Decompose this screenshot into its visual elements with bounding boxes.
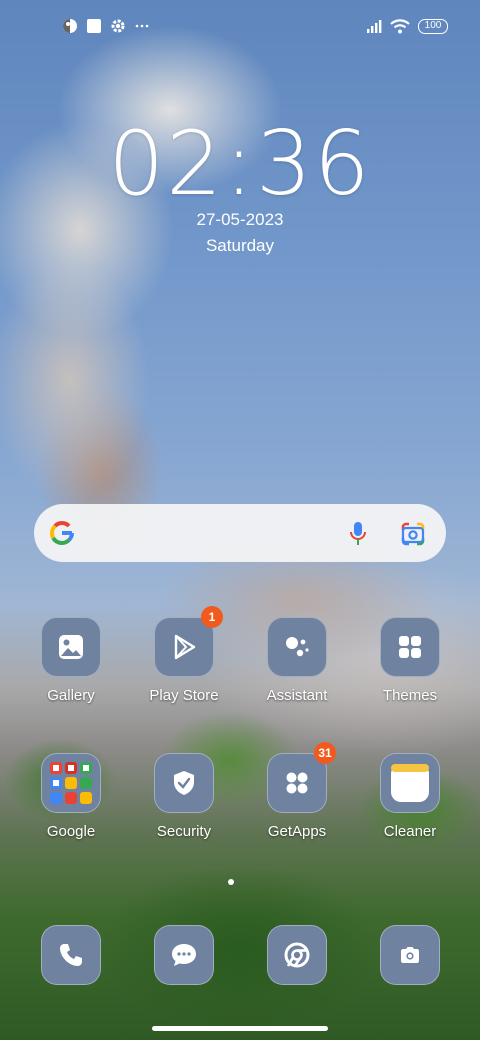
status-bar-left bbox=[62, 18, 150, 34]
app-themes[interactable]: Themes bbox=[360, 617, 460, 704]
themes-app-icon[interactable] bbox=[380, 617, 440, 677]
microphone-icon[interactable] bbox=[350, 521, 366, 547]
assistant-icon bbox=[286, 637, 309, 657]
dock-camera[interactable] bbox=[360, 925, 460, 985]
google-folder-app-icon[interactable] bbox=[41, 753, 101, 813]
app-label: Cleaner bbox=[383, 823, 437, 840]
status-bar: 100 bbox=[0, 0, 480, 56]
battery-indicator: 100 bbox=[418, 18, 448, 34]
google-g-icon bbox=[49, 521, 74, 545]
google-lens-icon[interactable] bbox=[400, 521, 426, 547]
gallery-app-icon[interactable] bbox=[41, 617, 101, 677]
cleaner-app-icon[interactable] bbox=[380, 753, 440, 813]
square-notification-icon bbox=[87, 19, 101, 33]
cleaner-icon bbox=[391, 764, 429, 802]
play-store-app-icon[interactable]: 1 bbox=[154, 606, 223, 677]
play-store-icon bbox=[174, 634, 196, 660]
clock-day: Saturday bbox=[205, 236, 275, 255]
app-cleaner[interactable]: Cleaner bbox=[360, 753, 460, 840]
app-label: Themes bbox=[382, 687, 438, 704]
app-getapps[interactable]: 31 GetApps bbox=[247, 742, 347, 840]
chrome-app-icon[interactable] bbox=[267, 925, 327, 985]
gallery-icon bbox=[59, 635, 83, 659]
wifi-icon bbox=[390, 19, 410, 34]
app-label: Security bbox=[156, 823, 212, 840]
wallpaper-vegetation bbox=[0, 700, 480, 1040]
notification-badge: 31 bbox=[314, 742, 336, 764]
google-folder-icon bbox=[49, 761, 93, 805]
settings-gear-icon bbox=[111, 19, 125, 33]
themes-icon bbox=[399, 636, 421, 658]
assistant-app-icon[interactable] bbox=[267, 617, 327, 677]
security-shield-icon bbox=[174, 771, 194, 795]
app-assistant[interactable]: Assistant bbox=[247, 617, 347, 704]
more-dots-icon bbox=[135, 24, 149, 28]
app-label: Play Store bbox=[149, 687, 219, 704]
phone-icon bbox=[60, 944, 82, 966]
clock-time[interactable]: 02:36 bbox=[0, 112, 480, 215]
app-security[interactable]: Security bbox=[134, 753, 234, 840]
page-indicator-dot[interactable] bbox=[228, 879, 234, 885]
app-play-store[interactable]: 1 Play Store bbox=[134, 606, 234, 704]
security-app-icon[interactable] bbox=[154, 753, 214, 813]
clock-date[interactable]: 27-05-2023 bbox=[0, 210, 480, 230]
camera-icon bbox=[401, 947, 419, 963]
app-label: GetApps bbox=[267, 823, 327, 840]
signal-icon bbox=[367, 20, 382, 33]
app-label: Assistant bbox=[266, 687, 328, 704]
chrome-icon bbox=[284, 942, 310, 968]
messages-icon bbox=[172, 944, 196, 966]
camera-app-icon[interactable] bbox=[380, 925, 440, 985]
status-bar-right: 100 bbox=[366, 18, 448, 34]
getapps-app-icon[interactable]: 31 bbox=[267, 742, 336, 813]
dock-messages[interactable] bbox=[134, 925, 234, 985]
google-search-bar[interactable] bbox=[34, 504, 446, 562]
app-google-folder[interactable]: Google bbox=[21, 753, 121, 840]
app-label: Google bbox=[46, 823, 96, 840]
getapps-icon bbox=[286, 772, 308, 794]
home-gesture-bar[interactable] bbox=[152, 1026, 328, 1031]
dock-phone[interactable] bbox=[21, 925, 121, 985]
notification-badge: 1 bbox=[201, 606, 223, 628]
app-label: Gallery bbox=[47, 687, 95, 704]
messages-app-icon[interactable] bbox=[154, 925, 214, 985]
app-notification-icon bbox=[63, 19, 77, 33]
phone-app-icon[interactable] bbox=[41, 925, 101, 985]
dock-chrome[interactable] bbox=[247, 925, 347, 985]
app-gallery[interactable]: Gallery bbox=[21, 617, 121, 704]
